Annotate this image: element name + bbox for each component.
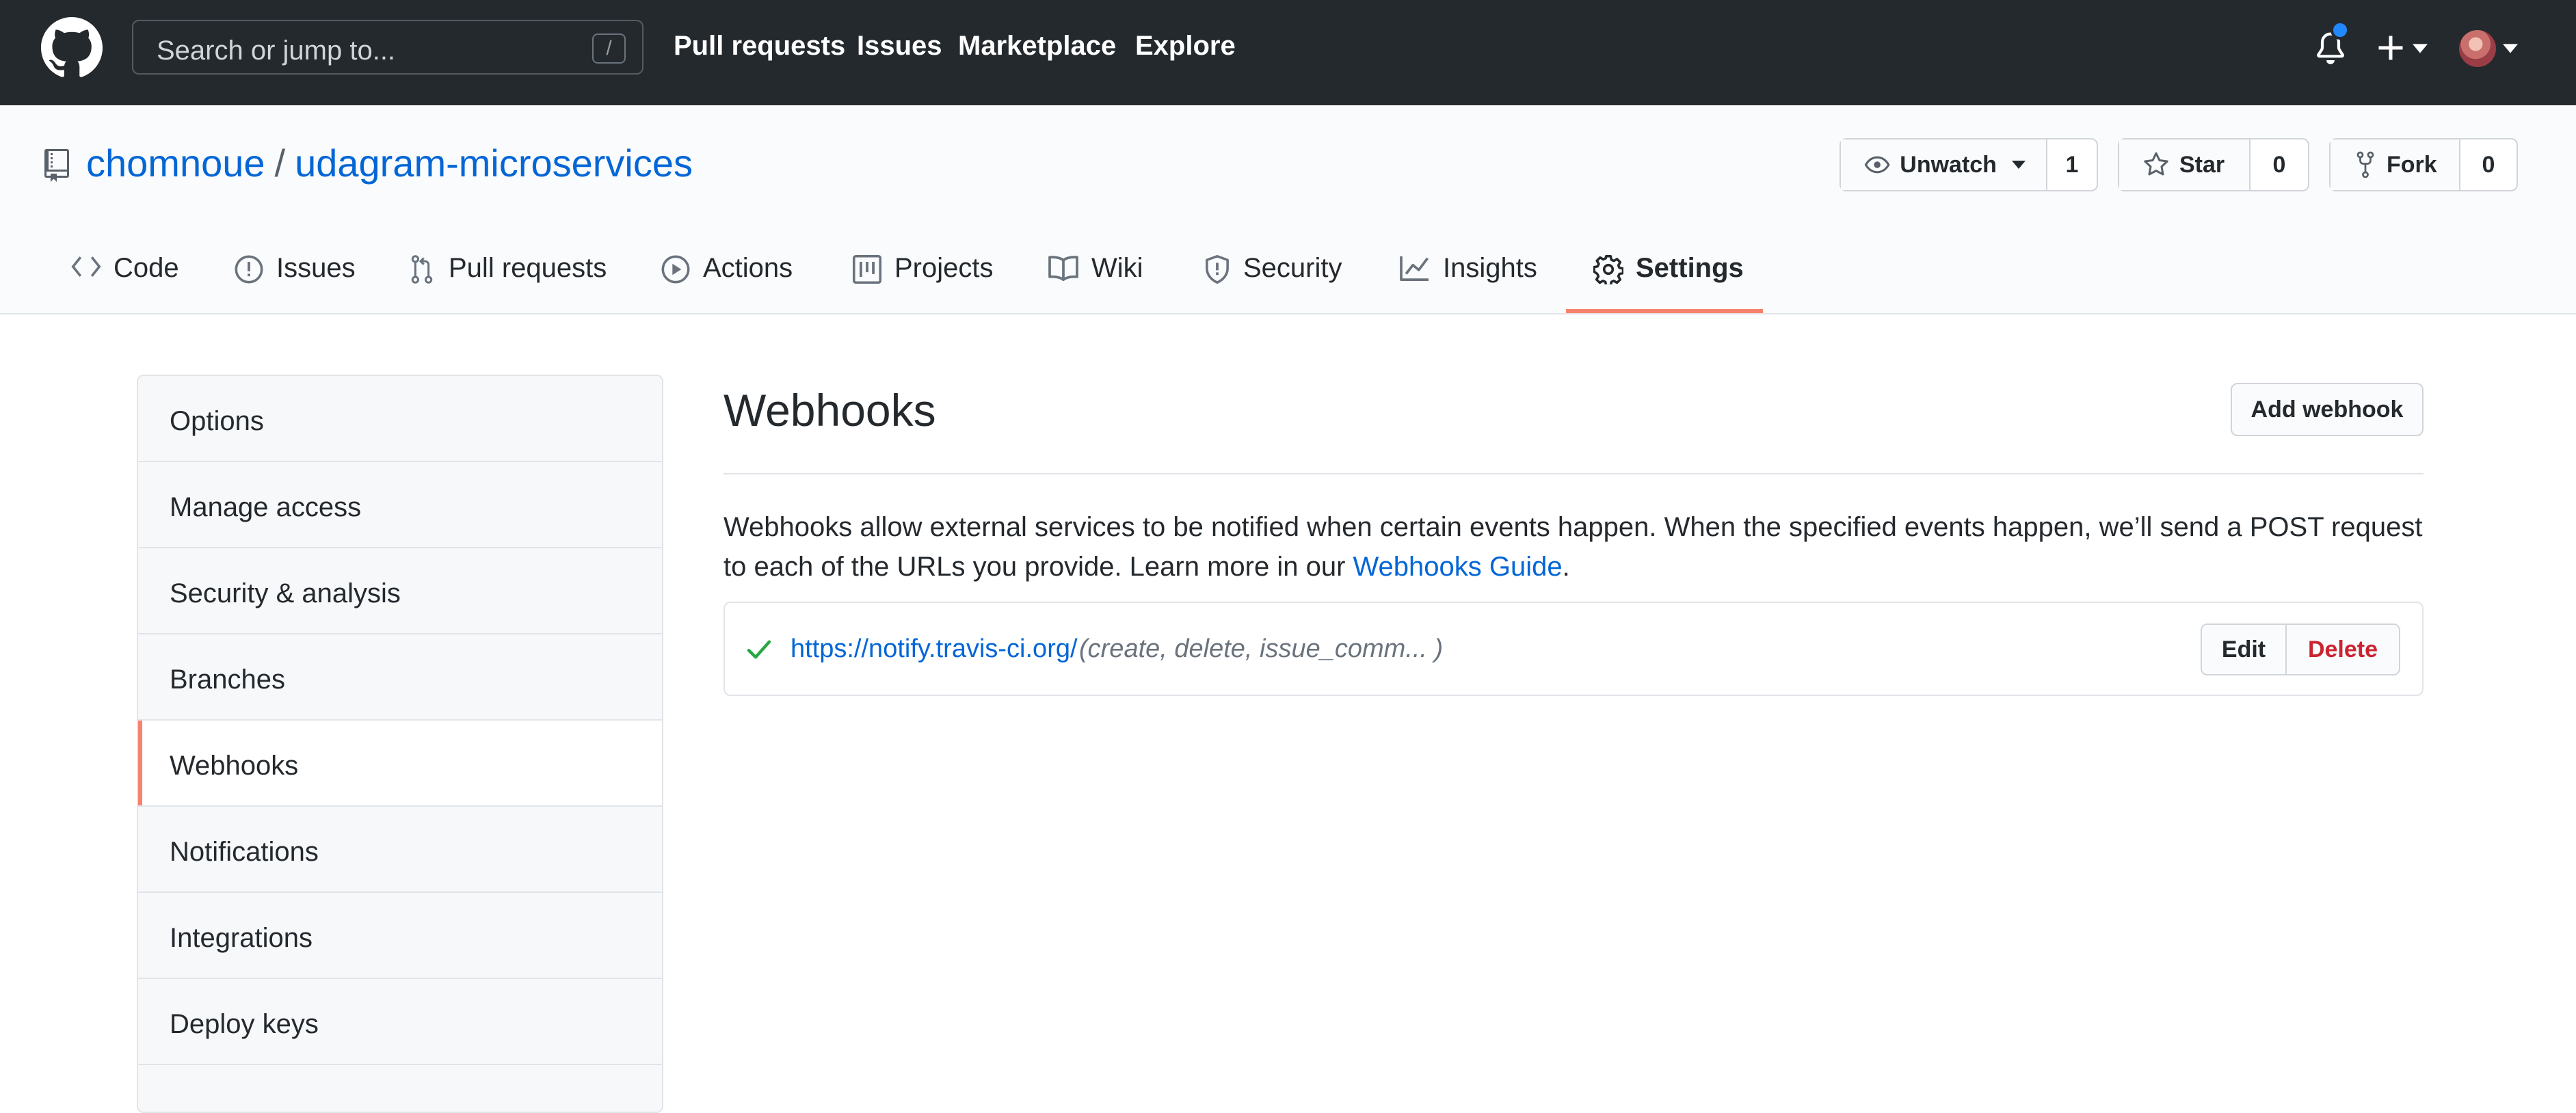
- webhooks-description: Webhooks allow external services to be n…: [723, 507, 2426, 587]
- repo-separator: /: [274, 142, 286, 185]
- tab-security[interactable]: Security: [1204, 246, 1342, 314]
- sidebar-item-cutoff[interactable]: [138, 1065, 662, 1112]
- tab-insights-label: Insights: [1443, 253, 1537, 283]
- unwatch-label: Unwatch: [1900, 151, 1997, 178]
- chevron-down-icon[interactable]: [2503, 44, 2518, 53]
- tab-code-label: Code: [114, 253, 179, 283]
- nav-pull-requests[interactable]: Pull requests: [674, 31, 845, 62]
- tab-security-label: Security: [1243, 253, 1342, 283]
- nav-issues[interactable]: Issues: [857, 31, 942, 62]
- tab-actions-label: Actions: [703, 253, 793, 283]
- star-count[interactable]: 0: [2250, 139, 2308, 190]
- tab-actions[interactable]: Actions: [661, 246, 793, 314]
- watch-button-group: Unwatch 1: [1840, 138, 2098, 191]
- tab-issues[interactable]: Issues: [234, 246, 356, 314]
- sidebar-item-deploy-keys[interactable]: Deploy keys: [138, 979, 662, 1065]
- tab-issues-label: Issues: [276, 253, 356, 283]
- delete-webhook-button[interactable]: Delete: [2287, 625, 2399, 674]
- repo-icon: [44, 149, 69, 182]
- sidebar-item-options[interactable]: Options: [138, 376, 662, 462]
- fork-button-group: Fork 0: [2329, 138, 2518, 191]
- page-title: Webhooks: [723, 385, 936, 435]
- tab-projects-label: Projects: [894, 253, 994, 283]
- notification-dot: [2331, 21, 2350, 40]
- repo-title: chomnoue / udagram-microservices: [86, 141, 693, 185]
- github-logo-icon[interactable]: [41, 17, 103, 79]
- webhook-actions: Edit Delete: [2201, 623, 2400, 675]
- chevron-down-icon[interactable]: [2413, 44, 2428, 53]
- description-text: Webhooks allow external services to be n…: [723, 512, 2423, 582]
- tab-wiki-label: Wiki: [1091, 253, 1143, 283]
- repo-name-link[interactable]: udagram-microservices: [295, 142, 693, 185]
- tab-code[interactable]: Code: [71, 246, 179, 314]
- edit-webhook-button[interactable]: Edit: [2202, 625, 2287, 674]
- fork-button[interactable]: Fork: [2331, 139, 2460, 190]
- chevron-down-icon: [2011, 160, 2026, 170]
- star-button-group: Star 0: [2118, 138, 2309, 191]
- search-placeholder: Search or jump to...: [157, 36, 396, 66]
- check-icon: [747, 640, 771, 659]
- sidebar-item-label: Branches: [170, 665, 285, 695]
- fork-icon: [2356, 151, 2374, 178]
- sidebar-item-label: Security & analysis: [170, 578, 401, 608]
- gear-icon: [1593, 254, 1623, 284]
- sidebar-item-label: Notifications: [170, 837, 319, 867]
- webhooks-guide-link[interactable]: Webhooks Guide: [1353, 552, 1563, 582]
- search-input[interactable]: Search or jump to... /: [132, 20, 643, 75]
- unwatch-button[interactable]: Unwatch: [1841, 139, 2047, 190]
- sidebar-item-webhooks[interactable]: Webhooks: [138, 721, 662, 807]
- eye-icon: [1864, 156, 1890, 174]
- tab-settings-label: Settings: [1636, 253, 1744, 283]
- tab-wiki[interactable]: Wiki: [1048, 246, 1143, 314]
- git-pull-request-icon: [411, 255, 433, 284]
- sidebar-item-label: Integrations: [170, 923, 313, 953]
- selected-tab-underline: [1566, 309, 1763, 313]
- webhook-events: (create, delete, issue_comm... ): [1079, 634, 1444, 663]
- star-icon: [2144, 152, 2168, 176]
- settings-sidebar: Options Manage access Security & analysi…: [137, 375, 663, 1113]
- code-icon: [71, 256, 101, 277]
- plus-icon[interactable]: [2377, 34, 2404, 62]
- add-webhook-button[interactable]: Add webhook: [2231, 383, 2424, 436]
- sidebar-item-notifications[interactable]: Notifications: [138, 807, 662, 893]
- sidebar-item-label: Webhooks: [170, 751, 299, 781]
- graph-icon: [1400, 256, 1429, 281]
- repo-owner-link[interactable]: chomnoue: [86, 142, 265, 185]
- description-end: .: [1562, 552, 1570, 582]
- tab-projects[interactable]: Projects: [852, 246, 994, 314]
- nav-marketplace[interactable]: Marketplace: [958, 31, 1116, 62]
- sidebar-item-manage-access[interactable]: Manage access: [138, 462, 662, 548]
- tab-insights[interactable]: Insights: [1399, 246, 1537, 314]
- project-icon: [852, 254, 882, 284]
- fork-count[interactable]: 0: [2460, 139, 2517, 190]
- avatar[interactable]: [2459, 30, 2496, 67]
- webhook-url-link[interactable]: https://notify.travis-ci.org/: [791, 634, 1078, 664]
- sidebar-item-branches[interactable]: Branches: [138, 634, 662, 721]
- sidebar-item-label: Manage access: [170, 492, 362, 522]
- fork-label: Fork: [2387, 151, 2437, 178]
- tab-pull-requests[interactable]: Pull requests: [408, 246, 607, 314]
- nav-explore[interactable]: Explore: [1135, 31, 1236, 62]
- issue-opened-icon: [235, 255, 263, 284]
- sidebar-item-integrations[interactable]: Integrations: [138, 893, 662, 979]
- watch-count[interactable]: 1: [2047, 139, 2097, 190]
- shield-icon: [1206, 254, 1229, 284]
- sidebar-item-label: Deploy keys: [170, 1009, 319, 1039]
- webhook-list-item: https://notify.travis-ci.org/ (create, d…: [723, 602, 2424, 696]
- tab-settings[interactable]: Settings: [1593, 246, 1744, 314]
- play-icon: [661, 255, 690, 284]
- book-icon: [1048, 256, 1078, 281]
- star-button[interactable]: Star: [2119, 139, 2250, 190]
- sidebar-item-label: Options: [170, 406, 264, 436]
- sidebar-item-security-analysis[interactable]: Security & analysis: [138, 548, 662, 634]
- global-header: Search or jump to... / Pull requests Iss…: [0, 0, 2576, 105]
- title-divider: [723, 473, 2424, 474]
- star-label: Star: [2179, 151, 2225, 178]
- tab-pull-requests-label: Pull requests: [449, 253, 607, 283]
- search-shortcut-badge: /: [592, 33, 626, 64]
